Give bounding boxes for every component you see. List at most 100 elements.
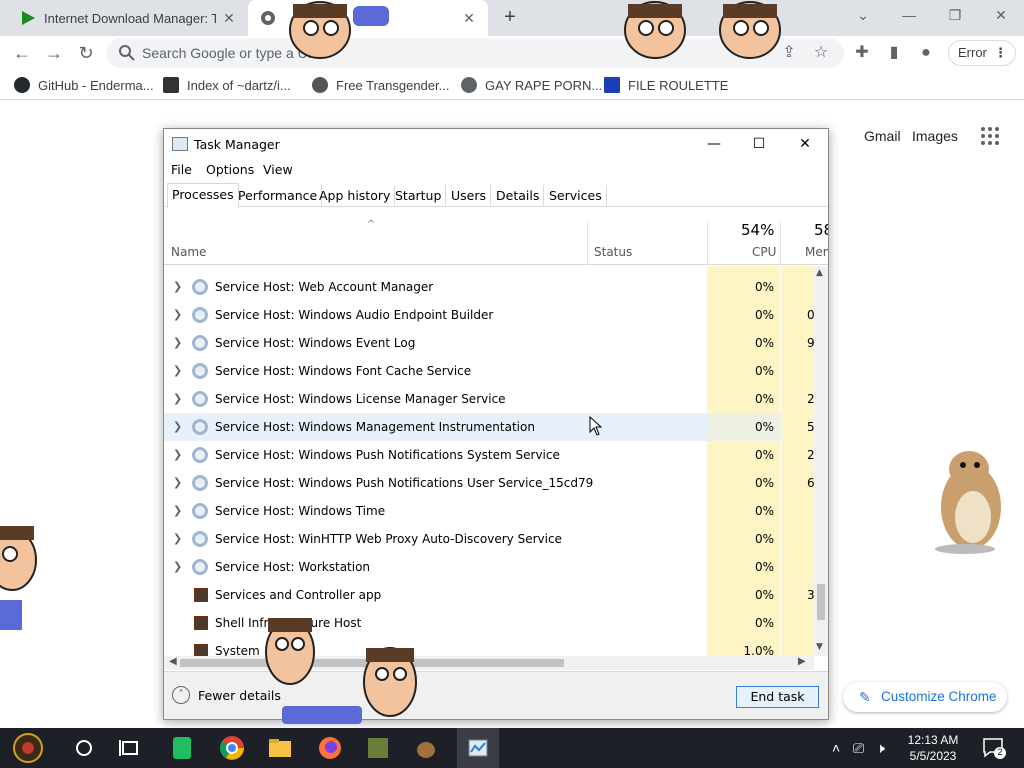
expand-chevron-icon[interactable]: ❯ bbox=[173, 336, 182, 349]
expand-chevron-icon[interactable]: ❯ bbox=[173, 420, 182, 433]
expand-chevron-icon[interactable]: ❯ bbox=[173, 504, 182, 517]
new-tab-button[interactable]: + bbox=[498, 6, 522, 30]
tab-processes[interactable]: Processes bbox=[167, 183, 239, 208]
close-tab-icon[interactable]: ✕ bbox=[460, 9, 478, 27]
gear-icon bbox=[192, 391, 208, 407]
forward-icon[interactable]: → bbox=[42, 41, 66, 65]
process-name: Service Host: Windows Time bbox=[215, 504, 386, 518]
column-name[interactable]: Name bbox=[171, 245, 206, 259]
tab-users[interactable]: Users bbox=[447, 185, 492, 207]
gmail-link[interactable]: Gmail bbox=[864, 128, 901, 144]
memory-heat-cell bbox=[781, 497, 816, 525]
expand-chevron-icon[interactable]: ❯ bbox=[173, 448, 182, 461]
process-cpu: 0% bbox=[754, 448, 774, 462]
expand-chevron-icon[interactable]: ❯ bbox=[173, 476, 182, 489]
tab-app-history[interactable]: App history bbox=[315, 185, 396, 207]
scroll-up-icon[interactable]: ▲ bbox=[816, 268, 823, 278]
process-row[interactable]: ❯ Service Host: Windows Time 0% bbox=[164, 497, 816, 525]
task-manager-titlebar[interactable]: Task Manager — ☐ ✕ bbox=[164, 129, 828, 159]
task-manager-taskbar-icon[interactable] bbox=[462, 732, 494, 764]
process-cpu: 0% bbox=[754, 532, 774, 546]
customize-chrome-button[interactable]: ✎ Customize Chrome bbox=[843, 682, 1007, 712]
bookmark-star-icon[interactable]: ☆ bbox=[811, 43, 831, 63]
extensions-icon[interactable]: ✚ bbox=[850, 41, 874, 65]
expand-chevron-icon[interactable]: ❯ bbox=[173, 560, 182, 573]
profile-error-button[interactable]: Error ⋮ bbox=[948, 40, 1016, 66]
process-row[interactable]: ❯ Service Host: Windows Audio Endpoint Bu… bbox=[164, 301, 816, 329]
close-tab-icon[interactable]: ✕ bbox=[220, 9, 238, 27]
more-menu-icon[interactable]: ⋮ bbox=[994, 41, 1007, 65]
expand-chevron-icon[interactable]: ❯ bbox=[173, 280, 182, 293]
bookmark-free-transgender[interactable]: Free Transgender... bbox=[312, 77, 449, 93]
expand-chevron-icon[interactable]: ❯ bbox=[173, 392, 182, 405]
restore-icon[interactable]: ❐ bbox=[932, 0, 978, 30]
google-apps-icon[interactable] bbox=[981, 127, 999, 145]
task-manager-tabs: Processes Performance App history Startu… bbox=[164, 183, 828, 208]
scroll-thumb[interactable] bbox=[817, 584, 825, 620]
expand-chevron-icon[interactable]: ❯ bbox=[173, 532, 182, 545]
process-row[interactable]: ❯ Service Host: Web Account Manager 0% bbox=[164, 273, 816, 301]
column-divider[interactable] bbox=[707, 221, 708, 265]
tab-search-icon[interactable]: ⌄ bbox=[840, 0, 886, 30]
process-name: Service Host: Windows Audio Endpoint Bui… bbox=[215, 308, 494, 322]
process-row[interactable]: ❯ Service Host: Windows Push Notification… bbox=[164, 469, 816, 497]
bookmark-index-of[interactable]: Index of ~dartz/i... bbox=[163, 77, 291, 93]
bookmark-globe[interactable]: GAY RAPE PORN... bbox=[461, 77, 602, 93]
tab-services[interactable]: Services bbox=[545, 185, 607, 207]
tab-internet-download-manager[interactable]: Internet Download Manager: T ✕ bbox=[8, 0, 248, 36]
process-row[interactable]: ❯ Service Host: Windows License Manager S… bbox=[164, 385, 816, 413]
maximize-icon[interactable]: ☐ bbox=[736, 129, 782, 159]
task-view-icon[interactable] bbox=[114, 732, 146, 764]
close-window-icon[interactable]: ✕ bbox=[978, 0, 1024, 30]
chrome-taskbar-icon[interactable] bbox=[216, 732, 248, 764]
firefox-icon[interactable] bbox=[314, 732, 346, 764]
minimize-icon[interactable]: — bbox=[886, 0, 932, 30]
process-row[interactable]: ❯ Service Host: Windows Push Notification… bbox=[164, 441, 816, 469]
game-app-icon[interactable] bbox=[362, 732, 394, 764]
bookmark-github[interactable]: GitHub - Enderma... bbox=[14, 77, 154, 93]
process-row[interactable]: ❯ Service Host: Windows Font Cache Servic… bbox=[164, 357, 816, 385]
menu-file[interactable]: File bbox=[171, 162, 192, 177]
process-row[interactable]: ❯ Service Host: Windows Management Instru… bbox=[164, 413, 816, 441]
column-memory[interactable]: Mem bbox=[805, 245, 828, 259]
search-circle-icon[interactable] bbox=[68, 732, 100, 764]
minimize-icon[interactable]: — bbox=[691, 129, 737, 159]
notes-app-icon[interactable] bbox=[166, 732, 198, 764]
file-explorer-icon[interactable] bbox=[264, 732, 296, 764]
scroll-left-icon[interactable]: ◀ bbox=[169, 656, 177, 667]
profile-avatar-icon[interactable]: ● bbox=[914, 41, 938, 65]
tab-performance[interactable]: Performance bbox=[234, 185, 323, 207]
bookmark-file-roulette[interactable]: FILE ROULETTE bbox=[604, 77, 728, 93]
vertical-scrollbar[interactable]: ▲ ▼ bbox=[814, 266, 828, 656]
tab-details[interactable]: Details bbox=[492, 185, 545, 207]
start-button-icon[interactable] bbox=[12, 732, 44, 764]
process-row[interactable]: Services and Controller app 0% 3 bbox=[164, 581, 816, 609]
cartoon-face-sticker bbox=[265, 618, 417, 724]
show-hidden-icons-icon[interactable]: ˄ bbox=[832, 740, 840, 756]
process-row[interactable]: ❯ Service Host: Workstation 0% bbox=[164, 553, 816, 581]
scroll-down-icon[interactable]: ▼ bbox=[816, 642, 823, 652]
volume-muted-icon[interactable]: 🕨 bbox=[876, 740, 885, 757]
process-row[interactable]: ❯ Service Host: Windows Event Log 0% 9 bbox=[164, 329, 816, 357]
images-link[interactable]: Images bbox=[912, 128, 958, 144]
side-panel-icon[interactable]: ▮ bbox=[882, 41, 906, 65]
end-task-button[interactable]: End task bbox=[736, 686, 819, 708]
hamster-app-icon[interactable] bbox=[410, 732, 442, 764]
network-icon[interactable]: ⎚ bbox=[853, 740, 864, 757]
expand-chevron-icon[interactable]: ❯ bbox=[173, 308, 182, 321]
menu-options[interactable]: Options bbox=[206, 162, 254, 177]
column-status[interactable]: Status bbox=[594, 245, 632, 259]
column-cpu[interactable]: CPU bbox=[752, 245, 776, 259]
close-icon[interactable]: ✕ bbox=[782, 129, 828, 159]
scroll-right-icon[interactable]: ▶ bbox=[798, 656, 806, 667]
reload-icon[interactable]: ↻ bbox=[74, 41, 98, 65]
column-divider[interactable] bbox=[780, 221, 781, 265]
column-divider[interactable] bbox=[587, 221, 588, 265]
expand-chevron-icon[interactable]: ❯ bbox=[173, 364, 182, 377]
tab-startup[interactable]: Startup bbox=[391, 185, 447, 207]
taskbar-clock[interactable]: 12:13 AM 5/5/2023 bbox=[900, 732, 966, 764]
process-row[interactable]: ❯ Service Host: WinHTTP Web Proxy Auto-Di… bbox=[164, 525, 816, 553]
app-icon bbox=[194, 644, 208, 656]
menu-view[interactable]: View bbox=[263, 162, 293, 177]
back-icon[interactable]: ← bbox=[10, 41, 34, 65]
